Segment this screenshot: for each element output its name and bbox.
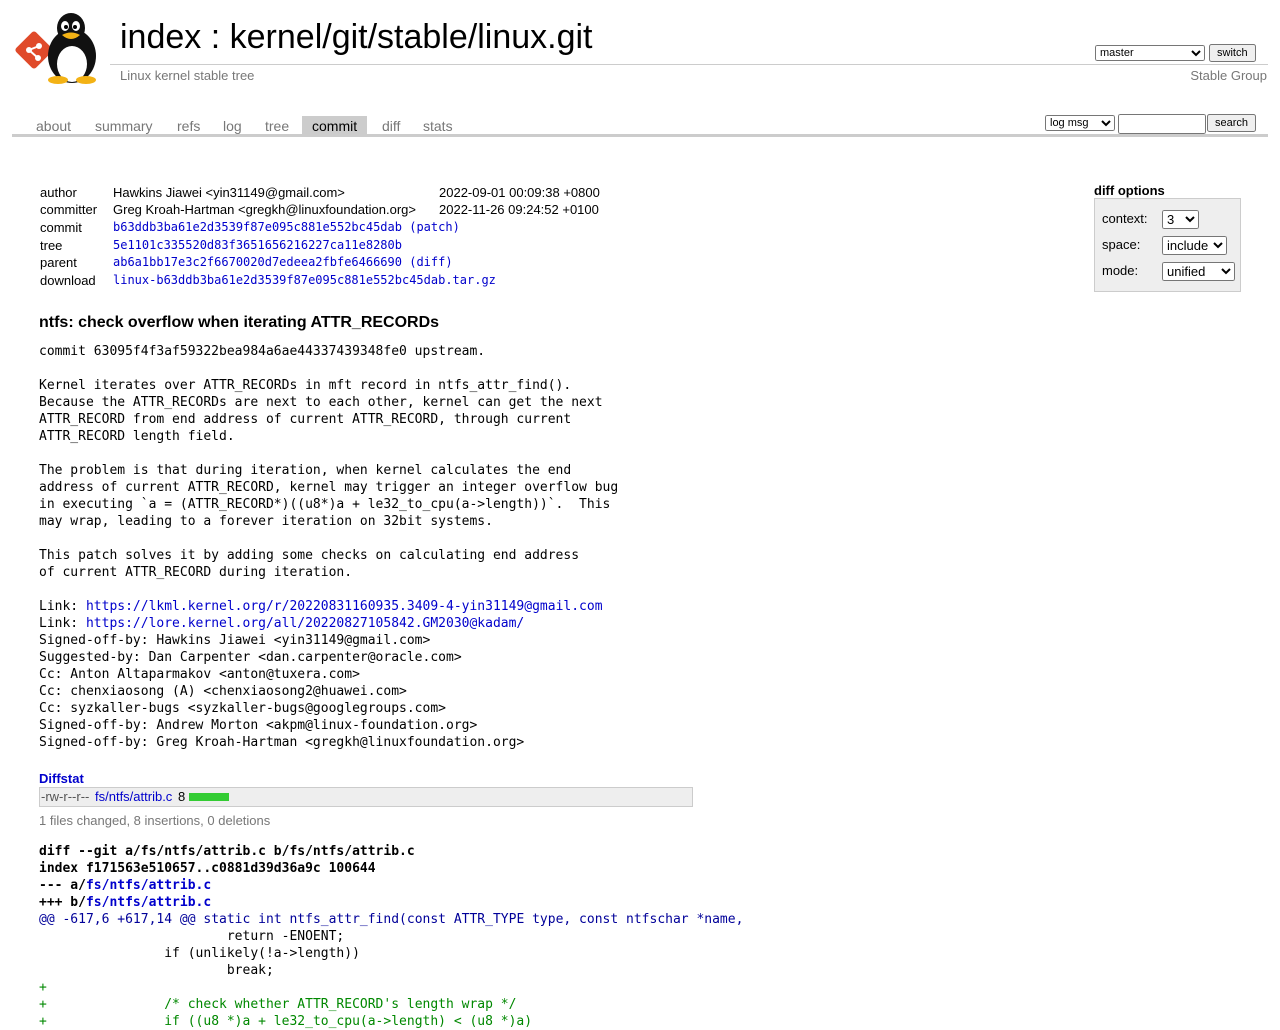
lore-link[interactable]: https://lore.kernel.org/all/202208271058… (86, 616, 524, 631)
diff-old-file-line: --- a/fs/ntfs/attrib.c (39, 877, 743, 894)
search-mode-select[interactable]: log msg (1045, 115, 1115, 131)
switch-button[interactable]: switch (1209, 44, 1256, 62)
diff-hunk-header: @@ -617,6 +617,14 @@ static int ntfs_att… (39, 911, 743, 928)
tab-commit[interactable]: commit (302, 116, 368, 134)
title-separator: : (210, 18, 221, 56)
commit-message-body: commit 63095f4f3af59322bea984a6ae4433743… (39, 344, 619, 580)
committer-date: 2022-11-26 09:24:52 +0100 (439, 202, 599, 217)
link2-prefix: Link: (39, 616, 86, 631)
repo-owner[interactable]: Stable Group (1190, 68, 1267, 83)
commit-trailers: Signed-off-by: Hawkins Jiawei <yin31149@… (39, 633, 525, 750)
tab-log[interactable]: log (213, 116, 252, 134)
new-file-prefix: +++ b/ (39, 895, 86, 910)
index-link[interactable]: index (120, 18, 201, 56)
link1-prefix: Link: (39, 599, 86, 614)
hunk-context: static int ntfs_attr_find(const ATTR_TYP… (195, 912, 744, 927)
commit-label: commit (40, 220, 82, 235)
space-select[interactable]: include (1162, 236, 1227, 255)
tab-stats[interactable]: stats (413, 116, 463, 134)
file-mode: -rw-r--r-- (41, 789, 90, 804)
author-value: Hawkins Jiawei <yin31149@gmail.com> (113, 185, 345, 200)
committer-label: committer (40, 202, 98, 217)
search-button[interactable]: search (1207, 114, 1257, 132)
committer-value: Greg Kroah-Hartman <gregkh@linuxfoundati… (113, 202, 416, 217)
repo-description: Linux kernel stable tree (120, 68, 255, 83)
tab-about[interactable]: about (26, 116, 81, 134)
parent-label: parent (40, 255, 77, 270)
diff-added-line: + (39, 980, 47, 995)
commit-subject: ntfs: check overflow when iterating ATTR… (39, 314, 440, 331)
tab-refs[interactable]: refs (167, 116, 210, 134)
page-title: index : kernel/git/stable/linux.git (120, 16, 593, 58)
diff-added-line: + if ((u8 *)a + le32_to_cpu(a->length) <… (39, 1014, 533, 1029)
diff-added-line: + /* check whether ATTR_RECORD's length … (39, 997, 517, 1012)
diff-context-line: return -ENOENT; (39, 929, 345, 944)
patch-link[interactable]: (patch) (409, 220, 460, 234)
diff-options-title: diff options (1094, 183, 1165, 198)
tree-hash-link[interactable]: 5e1101c335520d83f3651656216227ca11e8280b (113, 238, 402, 252)
space-label: space: (1102, 237, 1141, 252)
diff-lines: return -ENOENT; if (unlikely(!a->length)… (39, 928, 743, 1030)
diffstat-file-link[interactable]: fs/ntfs/attrib.c (95, 788, 172, 806)
tab-tree[interactable]: tree (255, 116, 299, 134)
diffstat-header[interactable]: Diffstat (39, 771, 84, 786)
context-select[interactable]: 3 (1162, 210, 1199, 229)
old-file-prefix: --- a/ (39, 878, 86, 893)
tree-label: tree (40, 238, 63, 253)
new-file-link[interactable]: fs/ntfs/attrib.c (86, 895, 211, 910)
mode-select[interactable]: unified (1162, 262, 1235, 281)
diffstat-insertions-bar (189, 793, 229, 801)
commit-hash-link[interactable]: b63ddb3ba61e2d3539f87e095c881e552bc45dab (113, 220, 402, 234)
diffstat-summary: 1 files changed, 8 insertions, 0 deletio… (39, 813, 271, 828)
cgit-logo[interactable] (14, 12, 110, 84)
author-label: author (40, 185, 77, 200)
header-divider (110, 64, 1268, 65)
old-file-link[interactable]: fs/ntfs/attrib.c (86, 878, 211, 893)
diff-header-line: diff --git a/fs/ntfs/attrib.c b/fs/ntfs/… (39, 844, 415, 859)
diff-index-line: index f171563e510657..c0881d39d36a9c 100… (39, 861, 376, 876)
branch-select[interactable]: master (1095, 45, 1205, 61)
parent-diff-link[interactable]: (diff) (409, 255, 452, 269)
repo-link[interactable]: kernel/git/stable/linux.git (230, 18, 593, 56)
download-link[interactable]: linux-b63ddb3ba61e2d3539f87e095c881e552b… (113, 273, 496, 287)
download-label: download (40, 273, 96, 288)
tab-summary[interactable]: summary (85, 116, 163, 134)
commit-message: commit 63095f4f3af59322bea984a6ae4433743… (39, 343, 618, 751)
parent-hash-link[interactable]: ab6a1bb17e3c2f6670020d7edeea2fbfe6466690 (113, 255, 402, 269)
diffstat-table: -rw-r--r-- fs/ntfs/attrib.c 8 (39, 787, 693, 807)
diff-new-file-line: +++ b/fs/ntfs/attrib.c (39, 894, 743, 911)
search-input[interactable] (1118, 114, 1206, 134)
hunk-range: @@ -617,6 +617,14 @@ (39, 912, 196, 927)
context-label: context: (1102, 211, 1148, 226)
diff-view: diff --git a/fs/ntfs/attrib.c b/fs/ntfs/… (39, 843, 743, 1030)
lkml-link[interactable]: https://lkml.kernel.org/r/20220831160935… (86, 599, 603, 614)
diff-context-line: if (unlikely(!a->length)) (39, 946, 360, 961)
author-date: 2022-09-01 00:09:38 +0800 (439, 185, 600, 200)
diff-context-line: break; (39, 963, 274, 978)
diffstat-count: 8 (178, 789, 186, 804)
diff-options-panel: context: 3 space: include mode: unified (1094, 198, 1241, 292)
tab-diff[interactable]: diff (372, 116, 410, 134)
mode-label: mode: (1102, 263, 1139, 278)
